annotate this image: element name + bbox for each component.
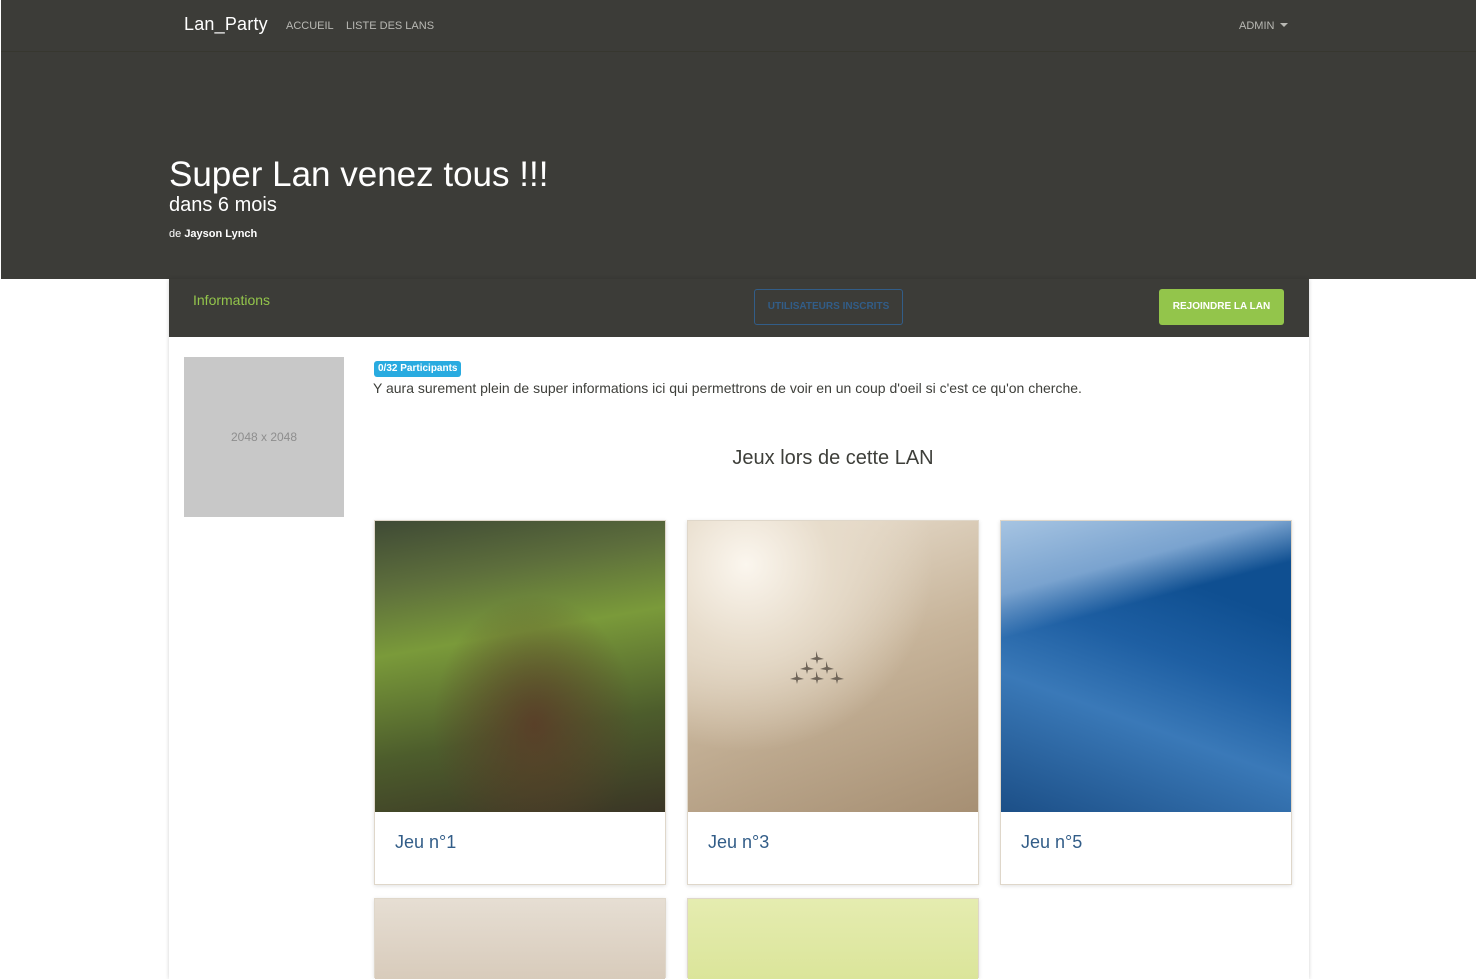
game-card-image — [688, 521, 978, 812]
user-menu-label: ADMIN — [1239, 20, 1275, 32]
game-card[interactable] — [374, 898, 666, 979]
join-lan-button[interactable]: REJOINDRE LA LAN — [1159, 289, 1284, 325]
game-card[interactable]: Jeu n°3 — [687, 520, 979, 885]
lan-detail-panel: Informations UTILISATEURS INSCRITS REJOI… — [169, 279, 1309, 979]
author-name: Jayson Lynch — [184, 228, 258, 240]
nav-link-liste-des-lans[interactable]: LISTE DES LANS — [346, 20, 434, 32]
game-card-title[interactable]: Jeu n°1 — [395, 832, 456, 853]
author-prefix: de — [169, 228, 182, 240]
lan-author: de Jayson Lynch — [169, 228, 257, 240]
participants-badge: 0/32 Participants — [374, 361, 462, 377]
game-card-image — [375, 521, 665, 812]
nav-link-accueil[interactable]: ACCUEIL — [286, 20, 334, 32]
game-card[interactable]: Jeu n°5 — [1000, 520, 1292, 885]
lan-image-placeholder: 2048 x 2048 — [184, 357, 344, 517]
game-card-image — [688, 899, 978, 979]
brand-link[interactable]: Lan_Party — [184, 14, 268, 35]
game-card-image — [375, 899, 665, 979]
registered-users-button[interactable]: UTILISATEURS INSCRITS — [754, 289, 903, 325]
game-card-title[interactable]: Jeu n°3 — [708, 832, 769, 853]
lan-date-relative: dans 6 mois — [169, 194, 277, 216]
caret-down-icon — [1280, 23, 1289, 28]
top-navbar: Lan_Party ACCUEIL LISTE DES LANS ADMIN — [1, 0, 1476, 52]
game-card-title[interactable]: Jeu n°5 — [1021, 832, 1082, 853]
game-card[interactable]: Jeu n°1 — [374, 520, 666, 885]
tab-informations[interactable]: Informations — [193, 292, 270, 308]
lan-description: Y aura surement plein de super informati… — [373, 380, 1082, 396]
jets-formation-icon — [790, 651, 844, 684]
games-section-title: Jeux lors de cette LAN — [732, 447, 934, 469]
game-card-image — [1001, 521, 1291, 812]
game-card[interactable] — [687, 898, 979, 979]
lan-title: Super Lan venez tous !!! — [169, 155, 549, 194]
panel-header-bar: Informations UTILISATEURS INSCRITS REJOI… — [169, 279, 1309, 337]
hero-jumbotron: Super Lan venez tous !!! dans 6 mois de … — [1, 52, 1476, 279]
user-menu-dropdown[interactable]: ADMIN — [1239, 20, 1289, 32]
